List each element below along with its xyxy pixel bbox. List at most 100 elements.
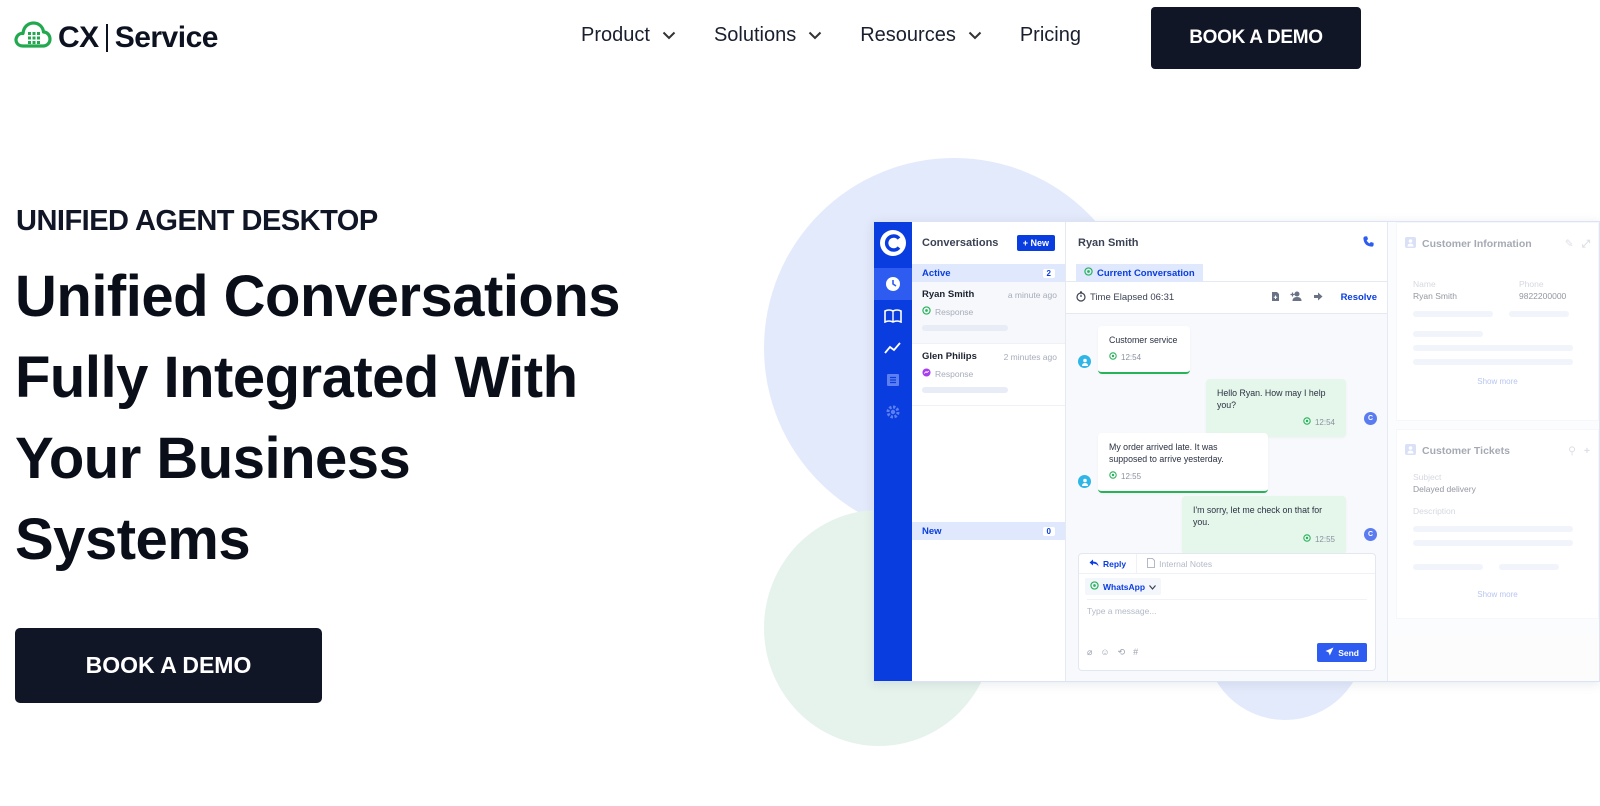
skeleton-bar — [1413, 564, 1483, 570]
whatsapp-icon — [1090, 581, 1099, 592]
list-icon[interactable] — [874, 364, 912, 396]
skeleton-bar — [1413, 359, 1573, 365]
whatsapp-icon — [1109, 352, 1117, 364]
show-more-link[interactable]: Show more — [1397, 590, 1598, 599]
skeleton-bar — [1413, 526, 1573, 532]
emoji-icon[interactable]: ☺ — [1100, 647, 1109, 658]
conversations-header: Conversations + New — [912, 222, 1065, 264]
hero-headline: Unified Conversations Fully Integrated W… — [15, 256, 715, 580]
chevron-down-icon — [1149, 582, 1156, 592]
customer-avatar — [1078, 355, 1091, 368]
new-section[interactable]: New 0 — [912, 522, 1065, 540]
tab-reply[interactable]: Reply — [1079, 553, 1138, 574]
skeleton-bar — [1413, 540, 1573, 546]
nav-item-label: Pricing — [1019, 24, 1081, 46]
nav-item-resources[interactable]: Resources — [860, 24, 982, 47]
active-section[interactable]: Active 2 — [912, 264, 1065, 282]
nav-item-label: Solutions — [713, 24, 797, 46]
main-nav: Product Solutions Resources Pricing — [581, 24, 1119, 47]
customer-avatar — [1078, 475, 1091, 488]
gear-icon[interactable] — [874, 396, 912, 428]
forward-icon[interactable] — [1313, 292, 1323, 304]
message-time: 12:54 — [1314, 418, 1335, 427]
agent-avatar: C — [1364, 412, 1377, 425]
conversation-item[interactable]: Glen Philips 2 minutes ago Response — [912, 344, 1065, 406]
headline-line: Systems — [15, 507, 251, 572]
field-value: 9822200000 — [1519, 291, 1567, 301]
expand-icon[interactable]: ⤢ — [1582, 238, 1590, 251]
book-demo-hero-button[interactable]: BOOK A DEMO — [15, 628, 322, 703]
show-more-link[interactable]: Show more — [1397, 377, 1598, 386]
clock-icon[interactable] — [874, 268, 912, 300]
conversation-time: a minute ago — [1007, 290, 1057, 300]
stopwatch-icon — [1076, 290, 1086, 305]
hero-eyebrow: UNIFIED AGENT DESKTOP — [16, 205, 378, 237]
message-text: My order arrived late. It was supposed t… — [1109, 442, 1224, 464]
tab-internal-notes[interactable]: Internal Notes — [1137, 554, 1222, 574]
book-demo-nav-button[interactable]: BOOK A DEMO — [1151, 7, 1361, 69]
nav-item-product[interactable]: Product — [581, 24, 676, 47]
reply-icon — [1089, 559, 1099, 569]
app-sidebar-rail — [874, 222, 912, 681]
book-icon[interactable] — [874, 300, 912, 332]
conversation-time: 2 minutes ago — [1003, 352, 1057, 362]
customer-tickets-header: Customer Tickets ⚲ + — [1397, 430, 1598, 472]
tab-label: Internal Notes — [1159, 558, 1213, 569]
add-user-icon[interactable] — [1290, 291, 1303, 304]
conversations-title: Conversations — [922, 237, 999, 249]
new-conversation-button[interactable]: + New — [1016, 235, 1055, 251]
composer-tabs: Reply Internal Notes — [1079, 553, 1375, 574]
message-outbound: Hello Ryan. How may I help you? 12:54 — [1206, 379, 1346, 437]
field-label: Name — [1413, 279, 1436, 289]
app-logo-icon — [880, 230, 906, 256]
field-label: Phone — [1519, 279, 1544, 289]
tab-label: Reply — [1103, 558, 1127, 569]
active-label: Active — [922, 267, 951, 279]
conversation-sub: Response — [935, 368, 974, 379]
whatsapp-icon — [1303, 534, 1311, 546]
message-inbound: Customer service 12:54 — [1098, 326, 1190, 374]
brand-name: CX Service — [58, 21, 218, 55]
field-label: Subject — [1413, 472, 1442, 482]
nav-item-solutions[interactable]: Solutions — [714, 24, 822, 47]
attach-icon[interactable]: ⌀ — [1087, 647, 1092, 658]
message-inbound: My order arrived late. It was supposed t… — [1098, 433, 1268, 493]
whatsapp-icon — [1084, 267, 1093, 279]
message-input[interactable]: Type a message... — [1087, 599, 1367, 616]
chevron-down-icon — [662, 31, 676, 40]
analytics-icon[interactable] — [874, 332, 912, 364]
new-count: 0 — [1042, 526, 1055, 536]
search-icon[interactable]: ⚲ — [1568, 445, 1576, 457]
page: CX Service Product Solutions Resources P… — [0, 0, 1600, 806]
channel-select[interactable]: WhatsApp — [1085, 578, 1161, 595]
chat-tabs: Current Conversation — [1066, 264, 1387, 282]
skeleton-bar — [1413, 345, 1573, 351]
template-icon[interactable]: ⟲ — [1118, 647, 1126, 658]
whatsapp-icon — [1303, 417, 1311, 429]
customer-info-panel: Customer Information ✎ ⤢ Name Ryan Smith … — [1388, 222, 1599, 681]
skeleton-bar — [1413, 311, 1493, 317]
user-icon — [1405, 237, 1416, 251]
channel-select-value: WhatsApp — [1103, 581, 1146, 592]
send-button[interactable]: Send — [1317, 643, 1367, 662]
conversations-panel: Conversations + New Active 2 Ryan Smith … — [912, 222, 1066, 681]
nav-item-pricing[interactable]: Pricing — [1020, 24, 1081, 47]
add-file-icon[interactable] — [1271, 291, 1280, 305]
customer-information-header: Customer Information ✎ ⤢ — [1397, 223, 1598, 265]
customer-tickets-card: Customer Tickets ⚲ + Subject Delayed deli… — [1396, 429, 1599, 619]
brand-logo[interactable]: CX Service — [14, 18, 218, 57]
message-text: Customer service — [1109, 335, 1178, 345]
messenger-icon — [922, 368, 931, 379]
resolve-button[interactable]: Resolve — [1341, 292, 1377, 303]
hashtag-icon[interactable]: # — [1133, 647, 1138, 658]
add-icon[interactable]: + — [1584, 445, 1590, 457]
chevron-down-icon — [968, 31, 982, 40]
edit-icon[interactable]: ✎ — [1565, 238, 1574, 251]
conversation-item[interactable]: Ryan Smith a minute ago Response — [912, 282, 1065, 344]
phone-icon[interactable] — [1362, 235, 1375, 251]
skeleton-bar — [922, 325, 1008, 331]
customer-information-title: Customer Information — [1422, 238, 1532, 250]
tab-current-conversation[interactable]: Current Conversation — [1076, 264, 1203, 282]
message-composer: Reply Internal Notes WhatsApp Type a mes… — [1078, 553, 1376, 671]
nav-item-label: Resources — [860, 24, 956, 46]
